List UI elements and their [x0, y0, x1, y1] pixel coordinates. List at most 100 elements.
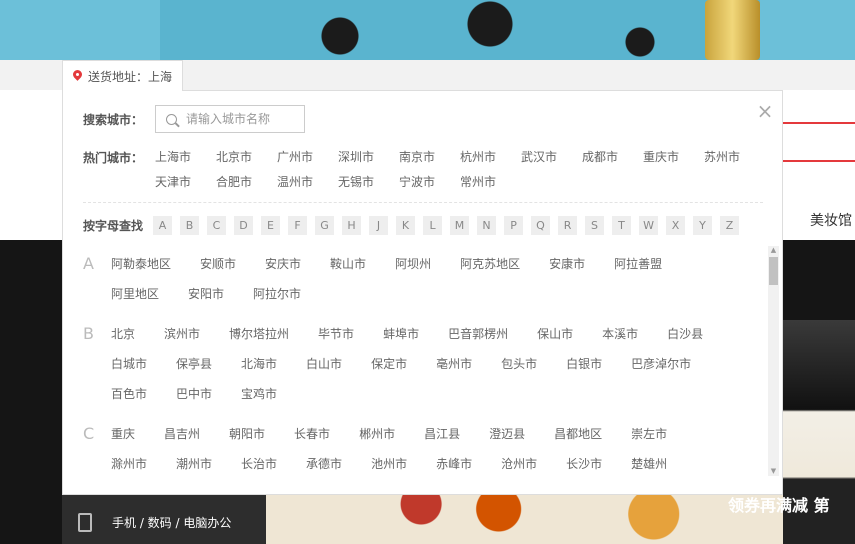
city-link[interactable]: 昌吉州: [164, 419, 200, 449]
city-link[interactable]: 朝阳市: [229, 419, 265, 449]
city-link[interactable]: 阿拉尔市: [253, 279, 301, 309]
city-link[interactable]: 巴中市: [176, 379, 212, 409]
scroll-thumb[interactable]: [769, 257, 778, 285]
hot-city-link[interactable]: 上海市: [155, 149, 216, 174]
letter-button[interactable]: T: [612, 215, 632, 235]
city-link[interactable]: 赤峰市: [436, 449, 472, 474]
city-link[interactable]: 保亭县: [176, 349, 212, 379]
city-link[interactable]: 包头市: [501, 349, 537, 379]
letter-button[interactable]: A: [153, 215, 173, 235]
hot-city-link[interactable]: 北京市: [216, 149, 277, 174]
city-link[interactable]: 沧州市: [501, 449, 537, 474]
letter-button[interactable]: W: [639, 215, 659, 235]
letter-button[interactable]: C: [207, 215, 227, 235]
search-box[interactable]: [155, 105, 306, 133]
hot-city-link[interactable]: 合肥市: [216, 174, 277, 199]
city-link[interactable]: 博尔塔拉州: [229, 319, 289, 349]
city-search-input[interactable]: [186, 112, 297, 126]
city-link[interactable]: 郴州市: [359, 419, 395, 449]
city-link[interactable]: 安庆市: [265, 249, 301, 279]
city-link[interactable]: 白沙县: [667, 319, 703, 349]
hot-city-link[interactable]: 重庆市: [643, 149, 704, 174]
letter-button[interactable]: D: [234, 215, 254, 235]
city-link[interactable]: 楚雄州: [631, 449, 667, 474]
letter-button[interactable]: F: [288, 215, 308, 235]
letter-button[interactable]: B: [180, 215, 200, 235]
scrollbar[interactable]: ▲ ▼: [768, 246, 779, 476]
hot-city-link[interactable]: 天津市: [155, 174, 216, 199]
city-link[interactable]: 白城市: [111, 349, 147, 379]
city-link[interactable]: 潮州市: [176, 449, 212, 474]
city-link[interactable]: 长治市: [241, 449, 277, 474]
letter-button[interactable]: H: [342, 215, 362, 235]
hot-city-link[interactable]: 杭州市: [460, 149, 521, 174]
city-link[interactable]: 本溪市: [602, 319, 638, 349]
city-link[interactable]: 宝鸡市: [241, 379, 277, 409]
category-item-phone[interactable]: 手机 / 数码 / 电脑办公: [62, 510, 266, 534]
city-link[interactable]: 澄迈县: [489, 419, 525, 449]
city-link[interactable]: 安阳市: [188, 279, 224, 309]
city-link[interactable]: 滁州市: [111, 449, 147, 474]
city-link[interactable]: 鞍山市: [330, 249, 366, 279]
city-link[interactable]: 长春市: [294, 419, 330, 449]
letter-button[interactable]: N: [477, 215, 497, 235]
city-link[interactable]: 巴彦淖尔市: [631, 349, 691, 379]
close-icon[interactable]: ×: [755, 101, 775, 121]
city-link[interactable]: 阿坝州: [395, 249, 431, 279]
city-link[interactable]: 长沙市: [566, 449, 602, 474]
hot-city-link[interactable]: 武汉市: [521, 149, 582, 174]
city-link[interactable]: 保定市: [371, 349, 407, 379]
hot-city-link[interactable]: 常州市: [460, 174, 521, 199]
city-link[interactable]: 北海市: [241, 349, 277, 379]
hot-city-link[interactable]: 宁波市: [399, 174, 460, 199]
location-selector[interactable]: 送货地址：上海: [62, 60, 183, 91]
nav-link-beauty[interactable]: 美妆馆: [810, 210, 852, 230]
letter-button[interactable]: Q: [531, 215, 551, 235]
city-link[interactable]: 蚌埠市: [383, 319, 419, 349]
city-list[interactable]: A 阿勒泰地区 安顺市 安庆市 鞍山市 阿坝州 阿克苏地区 安康市 阿拉善盟 阿里地区 安阳市 阿拉尔…: [83, 249, 763, 474]
city-link[interactable]: 白银市: [566, 349, 602, 379]
city-link[interactable]: 保山市: [537, 319, 573, 349]
city-link[interactable]: 池州市: [371, 449, 407, 474]
hot-city-link[interactable]: 深圳市: [338, 149, 399, 174]
promo-image[interactable]: [266, 494, 783, 544]
city-link[interactable]: 亳州市: [436, 349, 472, 379]
city-link[interactable]: 百色市: [111, 379, 147, 409]
letter-button[interactable]: G: [315, 215, 335, 235]
letter-button[interactable]: Y: [693, 215, 713, 235]
letter-button[interactable]: X: [666, 215, 686, 235]
letter-button[interactable]: R: [558, 215, 578, 235]
city-link[interactable]: 安康市: [549, 249, 585, 279]
city-link[interactable]: 阿拉善盟: [614, 249, 662, 279]
letter-button[interactable]: Z: [720, 215, 740, 235]
letter-button[interactable]: E: [261, 215, 281, 235]
scroll-down-icon[interactable]: ▼: [768, 467, 779, 476]
letter-button[interactable]: P: [504, 215, 524, 235]
letter-button[interactable]: L: [423, 215, 443, 235]
letter-button[interactable]: S: [585, 215, 605, 235]
city-link[interactable]: 阿勒泰地区: [111, 249, 171, 279]
hot-city-link[interactable]: 温州市: [277, 174, 338, 199]
city-link[interactable]: 崇左市: [631, 419, 667, 449]
hot-city-link[interactable]: 无锡市: [338, 174, 399, 199]
hot-city-link[interactable]: 成都市: [582, 149, 643, 174]
letter-button[interactable]: J: [369, 215, 389, 235]
city-link[interactable]: 北京: [111, 319, 135, 349]
scroll-up-icon[interactable]: ▲: [768, 246, 779, 255]
city-link[interactable]: 昌江县: [424, 419, 460, 449]
city-link[interactable]: 白山市: [306, 349, 342, 379]
hot-city-link[interactable]: 南京市: [399, 149, 460, 174]
hot-city-link[interactable]: 苏州市: [704, 149, 765, 174]
city-link[interactable]: 巴音郭楞州: [448, 319, 508, 349]
city-link[interactable]: 安顺市: [200, 249, 236, 279]
letter-button[interactable]: K: [396, 215, 416, 235]
city-link[interactable]: 重庆: [111, 419, 135, 449]
city-link[interactable]: 阿里地区: [111, 279, 159, 309]
top-banner[interactable]: [0, 0, 855, 60]
city-link[interactable]: 滨州市: [164, 319, 200, 349]
city-link[interactable]: 阿克苏地区: [460, 249, 520, 279]
city-link[interactable]: 承德市: [306, 449, 342, 474]
city-link[interactable]: 毕节市: [318, 319, 354, 349]
hot-city-link[interactable]: 广州市: [277, 149, 338, 174]
city-link[interactable]: 昌都地区: [554, 419, 602, 449]
